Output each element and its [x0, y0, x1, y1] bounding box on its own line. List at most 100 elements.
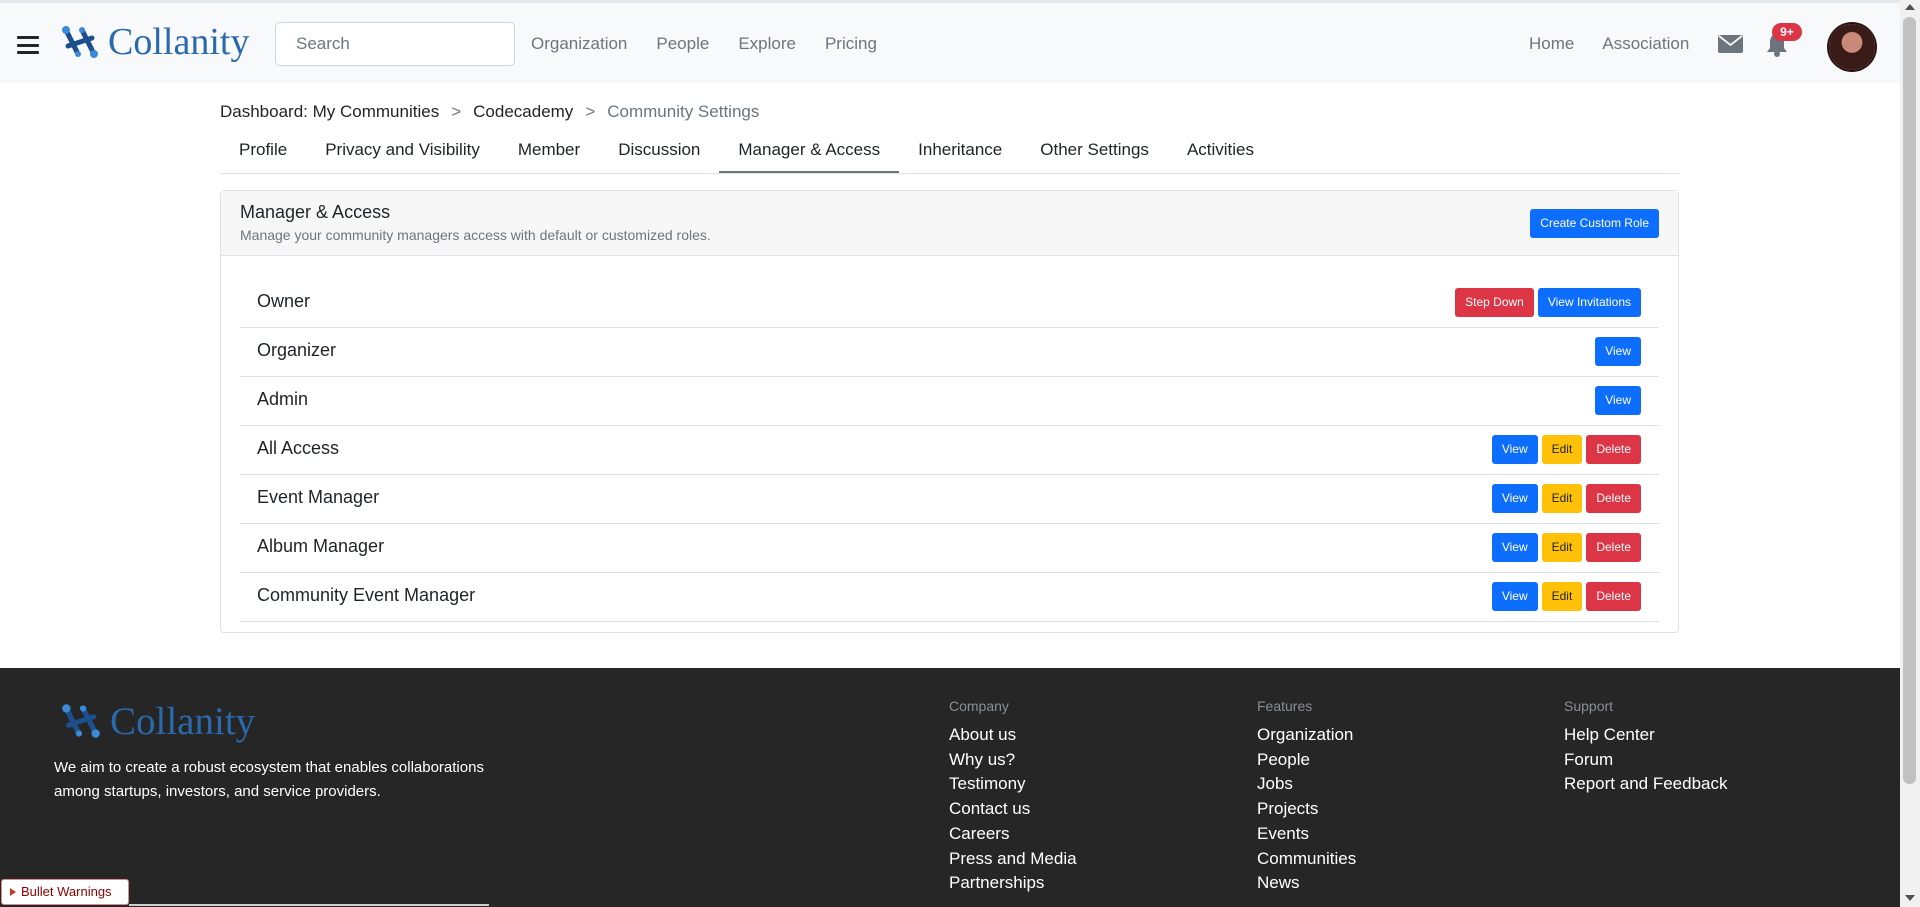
tab-manager-access[interactable]: Manager & Access	[719, 128, 900, 173]
footer-link-contact[interactable]: Contact us	[949, 797, 1077, 822]
brand-name: Collanity	[108, 21, 250, 63]
footer-link-report-feedback[interactable]: Report and Feedback	[1564, 772, 1728, 797]
search-input[interactable]	[275, 22, 515, 66]
edit-button[interactable]: Edit	[1541, 484, 1583, 513]
role-row: Album Manager View Edit Delete	[240, 524, 1659, 573]
delete-button[interactable]: Delete	[1586, 435, 1641, 464]
footer-link-organization[interactable]: Organization	[1257, 723, 1356, 748]
tab-other-settings[interactable]: Other Settings	[1021, 128, 1168, 173]
footer-features-column: Features Organization People Jobs Projec…	[1257, 698, 1356, 896]
view-invitations-button[interactable]: View Invitations	[1537, 288, 1641, 317]
tab-activities[interactable]: Activities	[1168, 128, 1273, 173]
footer-link-partnerships[interactable]: Partnerships	[949, 871, 1077, 896]
step-down-button[interactable]: Step Down	[1455, 288, 1534, 317]
top-navbar: Collanity Organization People Explore Pr…	[0, 0, 1900, 83]
tab-discussion[interactable]: Discussion	[599, 128, 719, 173]
delete-button[interactable]: Delete	[1586, 484, 1641, 513]
footer-link-projects[interactable]: Projects	[1257, 797, 1356, 822]
role-row: Owner Step Down View Invitations	[240, 279, 1659, 328]
delete-button[interactable]: Delete	[1586, 533, 1641, 562]
footer-link-why-us[interactable]: Why us?	[949, 748, 1077, 773]
settings-tabs: Profile Privacy and Visibility Member Di…	[220, 128, 1679, 174]
menu-icon[interactable]	[17, 36, 39, 54]
footer-column-title: Company	[949, 698, 1009, 714]
create-custom-role-button[interactable]: Create Custom Role	[1530, 209, 1659, 238]
role-name: Organizer	[257, 340, 337, 360]
role-row: All Access View Edit Delete	[240, 426, 1659, 475]
role-actions: View Edit Delete	[1491, 484, 1641, 513]
edit-button[interactable]: Edit	[1541, 533, 1583, 562]
role-row: Event Manager View Edit Delete	[240, 475, 1659, 524]
role-actions: View Edit Delete	[1491, 435, 1641, 464]
secondary-nav: Home Association	[1529, 34, 1689, 54]
scroll-down-arrow-icon[interactable]	[1905, 895, 1915, 901]
role-row: Admin View	[240, 377, 1659, 426]
nav-people[interactable]: People	[656, 34, 709, 54]
footer-link-forum[interactable]: Forum	[1564, 748, 1728, 773]
primary-nav: Organization People Explore Pricing	[531, 34, 877, 54]
nav-organization[interactable]: Organization	[531, 34, 627, 54]
delete-button[interactable]: Delete	[1586, 582, 1641, 611]
footer-support-column: Support Help Center Forum Report and Fee…	[1564, 698, 1728, 797]
card-header: Manager & Access Manage your community m…	[221, 191, 1678, 256]
footer-link-people[interactable]: People	[1257, 748, 1356, 773]
footer: Collanity We aim to create a robust ecos…	[0, 668, 1900, 907]
breadcrumb-separator: >	[585, 102, 596, 121]
footer-link-news[interactable]: News	[1257, 871, 1356, 896]
tab-member[interactable]: Member	[499, 128, 599, 173]
breadcrumb-separator: >	[451, 102, 462, 121]
breadcrumb-dashboard[interactable]: Dashboard: My Communities	[220, 102, 439, 122]
tab-profile[interactable]: Profile	[220, 128, 306, 173]
breadcrumb: Dashboard: My Communities > Codecademy >…	[220, 102, 759, 122]
nav-home[interactable]: Home	[1529, 34, 1574, 54]
view-button[interactable]: View	[1491, 533, 1538, 562]
role-name: Event Manager	[257, 487, 380, 507]
footer-link-testimony[interactable]: Testimony	[949, 772, 1077, 797]
footer-tagline: We aim to create a robust ecosystem that…	[54, 759, 484, 800]
card-subtitle: Manage your community managers access wi…	[240, 227, 711, 243]
footer-link-jobs[interactable]: Jobs	[1257, 772, 1356, 797]
scroll-up-arrow-icon[interactable]	[1905, 4, 1915, 10]
user-avatar[interactable]	[1829, 24, 1875, 70]
nav-pricing[interactable]: Pricing	[825, 34, 877, 54]
footer-logo[interactable]: Collanity	[58, 698, 255, 744]
view-button[interactable]: View	[1595, 337, 1641, 366]
card-title: Manager & Access	[240, 202, 391, 222]
notification-badge: 9+	[1772, 23, 1802, 41]
view-button[interactable]: View	[1491, 582, 1538, 611]
role-name: All Access	[257, 438, 340, 458]
role-row: Organizer View	[240, 328, 1659, 377]
bullet-warnings-label: Bullet Warnings	[21, 884, 112, 899]
nav-explore[interactable]: Explore	[738, 34, 796, 54]
role-actions: View	[1595, 337, 1641, 366]
role-actions: View	[1595, 386, 1641, 415]
bullet-warnings-toggle[interactable]: Bullet Warnings	[1, 879, 129, 905]
role-row: Community Event Manager View Edit Delete	[240, 573, 1659, 622]
view-button[interactable]: View	[1491, 435, 1538, 464]
nav-association[interactable]: Association	[1602, 34, 1689, 54]
role-actions: Step Down View Invitations	[1455, 288, 1641, 317]
footer-link-press[interactable]: Press and Media	[949, 847, 1077, 872]
brand-logo[interactable]: Collanity	[58, 20, 249, 64]
edit-button[interactable]: Edit	[1541, 435, 1583, 464]
role-actions: View Edit Delete	[1491, 533, 1641, 562]
view-button[interactable]: View	[1491, 484, 1538, 513]
scrollbar-thumb[interactable]	[1903, 17, 1916, 784]
footer-link-events[interactable]: Events	[1257, 822, 1356, 847]
tab-inheritance[interactable]: Inheritance	[899, 128, 1021, 173]
tab-privacy-visibility[interactable]: Privacy and Visibility	[306, 128, 499, 173]
role-name: Community Event Manager	[257, 585, 476, 605]
breadcrumb-codecademy[interactable]: Codecademy	[473, 102, 573, 122]
view-button[interactable]: View	[1595, 386, 1641, 415]
mail-icon[interactable]	[1718, 35, 1743, 53]
edit-button[interactable]: Edit	[1541, 582, 1583, 611]
footer-link-communities[interactable]: Communities	[1257, 847, 1356, 872]
footer-link-about[interactable]: About us	[949, 723, 1077, 748]
footer-link-help-center[interactable]: Help Center	[1564, 723, 1728, 748]
collanity-logo-icon	[62, 704, 100, 738]
role-name: Owner	[257, 291, 311, 311]
horizontal-scroll-track	[129, 904, 489, 906]
expand-triangle-icon	[10, 887, 16, 896]
footer-brand-name: Collanity	[110, 699, 256, 743]
footer-link-careers[interactable]: Careers	[949, 822, 1077, 847]
